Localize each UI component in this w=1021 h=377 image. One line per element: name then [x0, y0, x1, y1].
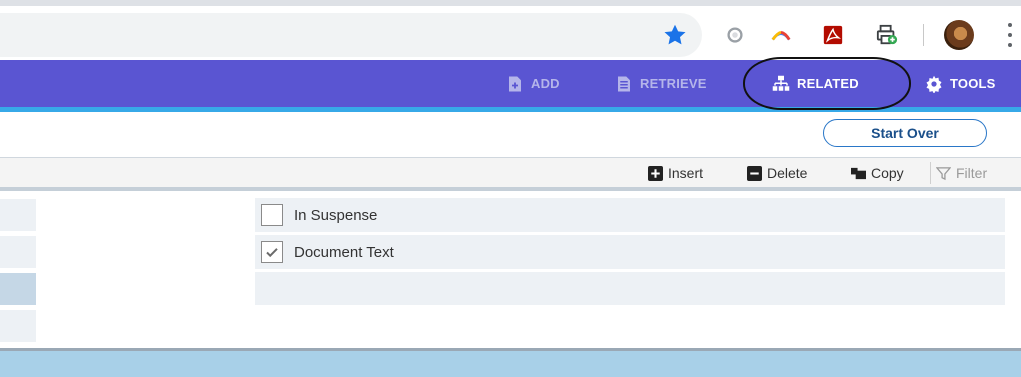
- retrieve-button[interactable]: RETRIEVE: [615, 60, 707, 107]
- row-selector[interactable]: [0, 236, 36, 268]
- delete-label: Delete: [767, 165, 808, 181]
- list-item: Document Text: [255, 235, 1005, 269]
- row-selector[interactable]: [0, 199, 36, 231]
- insert-button[interactable]: Insert: [648, 158, 703, 188]
- circle-extension-icon[interactable]: [724, 24, 746, 46]
- printer-icon[interactable]: [876, 24, 898, 46]
- list-item: In Suspense: [255, 198, 1005, 232]
- address-bar[interactable]: [0, 13, 702, 57]
- filter-icon: [936, 166, 951, 180]
- start-over-button[interactable]: Start Over: [823, 119, 987, 147]
- footer-bar: [0, 351, 1021, 377]
- tools-label: TOOLS: [950, 76, 996, 91]
- minus-icon: [747, 165, 762, 181]
- arc-extension-icon[interactable]: [770, 24, 792, 46]
- delete-button[interactable]: Delete: [747, 158, 807, 188]
- copy-icon: [851, 167, 866, 179]
- retrieve-label: RETRIEVE: [640, 76, 707, 91]
- filter-label: Filter: [956, 165, 988, 181]
- add-label: ADD: [531, 76, 560, 91]
- plus-icon: [648, 165, 663, 181]
- row-selector[interactable]: [0, 310, 36, 342]
- document-text-label: Document Text: [294, 243, 394, 261]
- insert-label: Insert: [668, 165, 704, 181]
- list-item-empty: [255, 272, 1005, 305]
- toolbar-divider: [923, 24, 924, 46]
- star-icon[interactable]: [662, 22, 688, 48]
- row-selector-selected[interactable]: [0, 273, 36, 305]
- add-button[interactable]: ADD: [506, 60, 560, 107]
- pdf-icon[interactable]: [822, 24, 844, 46]
- avatar[interactable]: [944, 20, 974, 50]
- gear-icon: [926, 75, 942, 93]
- add-icon: [509, 76, 521, 91]
- retrieve-icon: [618, 76, 630, 91]
- filter-button[interactable]: Filter: [936, 158, 987, 188]
- checkmark-icon: [266, 248, 278, 258]
- address-input[interactable]: [0, 13, 640, 57]
- copy-button[interactable]: Copy: [851, 158, 904, 188]
- related-highlight-circle: [743, 57, 911, 110]
- tab-strip-edge: [0, 0, 1021, 6]
- document-text-checkbox[interactable]: [261, 241, 283, 263]
- tools-button[interactable]: TOOLS: [925, 60, 996, 107]
- kebab-menu-icon[interactable]: [1003, 23, 1017, 47]
- in-suspense-checkbox[interactable]: [261, 204, 283, 226]
- in-suspense-label: In Suspense: [294, 206, 378, 224]
- grid-toolbar-separator: [930, 162, 931, 184]
- copy-label: Copy: [871, 165, 904, 181]
